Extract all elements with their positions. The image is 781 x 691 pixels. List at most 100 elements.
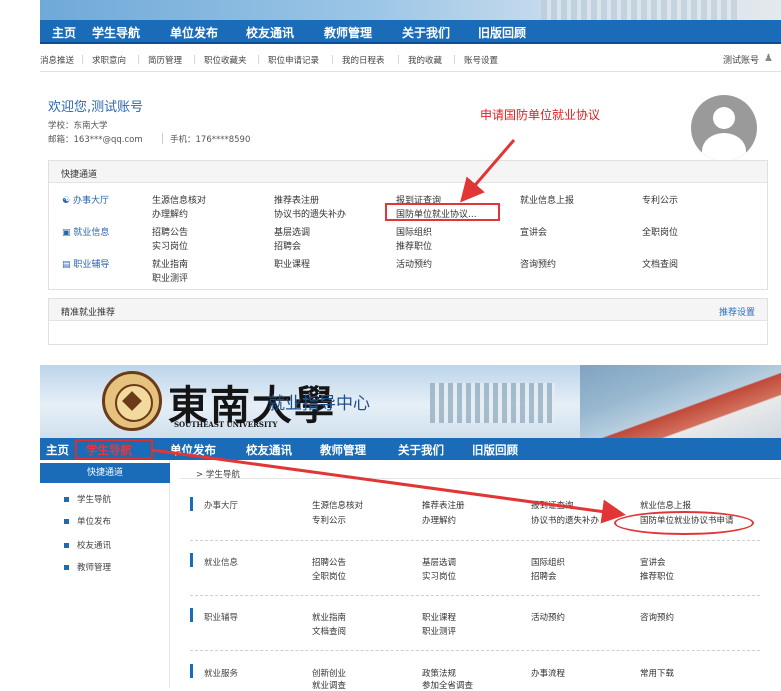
- avatar[interactable]: [691, 95, 757, 161]
- section-link[interactable]: 常用下载: [640, 667, 674, 679]
- sidebar-item-label: 校友通讯: [77, 541, 112, 551]
- subnav-schedule[interactable]: 我的日程表: [342, 54, 385, 66]
- section-link[interactable]: 招聘公告: [312, 556, 346, 568]
- section-link[interactable]: 办事流程: [531, 667, 565, 679]
- section-link[interactable]: 创新创业: [312, 667, 346, 679]
- quick-link[interactable]: 基层选调: [274, 225, 310, 238]
- quick-link[interactable]: 实习岗位: [152, 239, 188, 252]
- subnav-account-settings[interactable]: 账号设置: [464, 54, 498, 66]
- section-link[interactable]: 宣讲会: [640, 556, 666, 568]
- subnav-favorite-jobs[interactable]: 职位收藏夹: [204, 54, 247, 66]
- section-link[interactable]: 就业调查: [312, 679, 346, 691]
- quick-link[interactable]: 全职岗位: [642, 225, 678, 238]
- top-nav-student[interactable]: 学生导航: [92, 24, 140, 41]
- top-nav-about[interactable]: 关于我们: [402, 24, 450, 41]
- quick-link[interactable]: 专利公示: [642, 193, 678, 206]
- section-link[interactable]: 生源信息核对: [312, 499, 363, 511]
- top-nav-employer[interactable]: 单位发布: [170, 24, 218, 41]
- top-nav-archive[interactable]: 旧版回顾: [478, 24, 526, 41]
- quick-office-hall-label: 办事大厅: [72, 196, 109, 206]
- recommendation-panel: 精准就业推荐 推荐设置: [48, 298, 768, 345]
- top-nav-alumni[interactable]: 校友通讯: [246, 24, 294, 41]
- quick-link[interactable]: 办理解约: [152, 207, 188, 220]
- recommendation-settings-link[interactable]: 推荐设置: [719, 305, 755, 318]
- quick-link[interactable]: 就业指南: [152, 257, 188, 270]
- quick-access-header: 快捷通道: [49, 161, 767, 183]
- section-link[interactable]: 报到证查询: [531, 499, 574, 511]
- section-link[interactable]: 参加全省调查: [422, 679, 473, 691]
- section-link[interactable]: 全职岗位: [312, 570, 346, 582]
- section-link[interactable]: 职业课程: [422, 611, 456, 623]
- section-marker: [190, 497, 193, 511]
- sidebar-item-teacher[interactable]: 教师管理: [64, 561, 111, 573]
- section-link[interactable]: 咨询预约: [640, 611, 674, 623]
- nav-employer[interactable]: 单位发布: [170, 442, 216, 458]
- divider: [82, 55, 83, 64]
- top-nav-home[interactable]: 主页: [52, 24, 76, 41]
- divider: [332, 55, 333, 64]
- divider: [398, 55, 399, 64]
- section-link[interactable]: 办理解约: [422, 514, 456, 526]
- quick-career-guidance[interactable]: ▤ 职业辅导: [62, 257, 109, 270]
- subnav-applications[interactable]: 职位申请记录: [268, 54, 319, 66]
- user-icon[interactable]: ♟: [764, 53, 773, 64]
- quick-job-info[interactable]: ▣ 就业信息: [62, 225, 109, 238]
- section-link[interactable]: 推荐表注册: [422, 499, 465, 511]
- sidebar-item-employer[interactable]: 单位发布: [64, 515, 111, 527]
- quick-link[interactable]: 宣讲会: [520, 225, 547, 238]
- quick-link[interactable]: 国际组织: [396, 225, 432, 238]
- top-screenshot-panel: 主页 学生导航 单位发布 校友通讯 教师管理 关于我们 旧版回顾 消息推送 求职…: [0, 0, 781, 345]
- section-link[interactable]: 国际组织: [531, 556, 565, 568]
- nav-home[interactable]: 主页: [46, 442, 69, 458]
- subnav-resume[interactable]: 简历管理: [148, 54, 182, 66]
- subnav-favorites[interactable]: 我的收藏: [408, 54, 442, 66]
- section-marker: [190, 664, 193, 678]
- recommendation-header: 精准就业推荐 推荐设置: [49, 299, 767, 321]
- people-icon: ☯: [62, 196, 71, 206]
- section-link[interactable]: 政策法规: [422, 667, 456, 679]
- quick-link[interactable]: 招聘公告: [152, 225, 188, 238]
- quick-link[interactable]: 活动预约: [396, 257, 432, 270]
- subnav-messages[interactable]: 消息推送: [40, 54, 74, 66]
- quick-link[interactable]: 职业课程: [274, 257, 310, 270]
- top-main-nav: 主页 学生导航 单位发布 校友通讯 教师管理 关于我们 旧版回顾: [40, 20, 781, 44]
- section-link[interactable]: 职业测评: [422, 625, 456, 637]
- nav-teacher[interactable]: 教师管理: [320, 442, 366, 458]
- nav-alumni[interactable]: 校友通讯: [246, 442, 292, 458]
- section-link[interactable]: 招聘会: [531, 570, 557, 582]
- quick-link[interactable]: 推荐职位: [396, 239, 432, 252]
- quick-link[interactable]: 就业信息上报: [520, 193, 574, 206]
- divider: [454, 55, 455, 64]
- divider: [190, 595, 760, 596]
- sidebar-item-alumni[interactable]: 校友通讯: [64, 539, 111, 551]
- quick-link[interactable]: 协议书的遗失补办: [274, 207, 346, 220]
- quick-link[interactable]: 招聘会: [274, 239, 301, 252]
- section-link[interactable]: 协议书的遗失补办: [531, 514, 599, 526]
- sidebar-item-label: 学生导航: [77, 495, 112, 505]
- quick-link[interactable]: 职业测评: [152, 271, 188, 284]
- sidebar-item-student[interactable]: 学生导航: [64, 493, 111, 505]
- section-link[interactable]: 基层选调: [422, 556, 456, 568]
- account-name[interactable]: 测试账号: [723, 53, 759, 66]
- quick-link[interactable]: 咨询预约: [520, 257, 556, 270]
- section-link[interactable]: 实习岗位: [422, 570, 456, 582]
- phone-info: 手机：176****8590: [170, 135, 251, 145]
- quick-link[interactable]: 文档查阅: [642, 257, 678, 270]
- nav-archive[interactable]: 旧版回顾: [472, 442, 518, 458]
- subnav-job-intention[interactable]: 求职意向: [92, 54, 126, 66]
- email-info: 邮箱：163***@qq.com: [48, 135, 143, 145]
- divider: [180, 478, 780, 479]
- quick-link[interactable]: 推荐表注册: [274, 193, 319, 206]
- section-link[interactable]: 活动预约: [531, 611, 565, 623]
- top-nav-teacher[interactable]: 教师管理: [324, 24, 372, 41]
- section-link[interactable]: 文档查阅: [312, 625, 346, 637]
- section-link[interactable]: 就业信息上报: [640, 499, 691, 511]
- quick-link[interactable]: 生源信息核对: [152, 193, 206, 206]
- section-link[interactable]: 就业指南: [312, 611, 346, 623]
- section-link[interactable]: 推荐职位: [640, 570, 674, 582]
- quick-office-hall[interactable]: ☯ 办事大厅: [62, 193, 109, 206]
- highlight-ellipse: [614, 511, 754, 535]
- nav-about[interactable]: 关于我们: [398, 442, 444, 458]
- university-seal-logo[interactable]: [102, 371, 162, 431]
- section-link[interactable]: 专利公示: [312, 514, 346, 526]
